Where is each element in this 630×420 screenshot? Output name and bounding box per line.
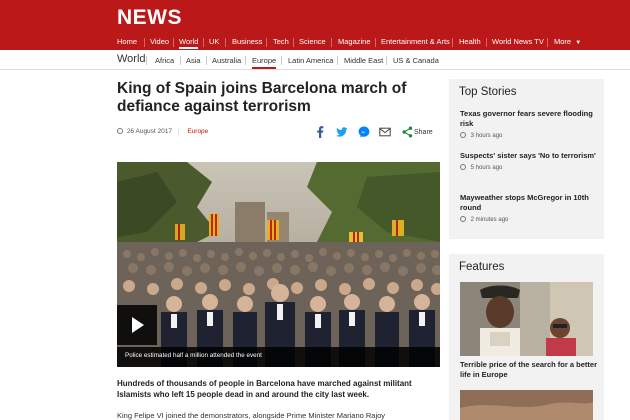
nav-item-magazine[interactable]: Magazine [338,37,371,46]
nav-item-world-news-tv[interactable]: World News TV [492,37,544,46]
article-paragraph: King Felipe VI joined the demonstrators,… [117,411,386,420]
image-caption: Police estimated half a million attended… [125,352,262,359]
messenger-icon[interactable] [358,126,370,138]
top-story-item[interactable]: Suspects' sister says 'No to terrorism' … [460,151,598,171]
article-headline: King of Spain joins Barcelona march of d… [117,80,407,115]
section-title[interactable]: World [117,53,146,65]
feature-title[interactable]: Terrible price of the search for a bette… [460,360,600,380]
top-story-title[interactable]: Suspects' sister says 'No to terrorism' [460,151,598,161]
play-video-button[interactable] [117,305,157,345]
nav-more-label: More [554,37,572,46]
sub-nav: World Africa Asia Australia Europe Latin… [0,50,630,70]
nav-item-tech[interactable]: Tech [273,37,289,46]
subnav-item-africa[interactable]: Africa [155,56,174,65]
crowd-photo [117,162,440,367]
features-title: Features [459,261,505,273]
top-story-time: 3 hours ago [460,132,598,139]
subnav-item-europe[interactable]: Europe [252,56,277,69]
share-label[interactable]: Share [414,129,433,136]
top-story-item[interactable]: Mayweather stops McGregor in 10th round … [460,193,598,223]
top-story-time: 2 minutes ago [460,216,598,223]
feature-image-2[interactable] [460,390,593,420]
article-intro: Hundreds of thousands of people in Barce… [117,379,412,399]
top-story-item[interactable]: Texas governor fears severe flooding ris… [460,109,598,139]
top-stories-panel: Top Stories Texas governor fears severe … [449,79,604,239]
clock-icon [117,128,123,134]
nav-item-video[interactable]: Video [150,37,169,46]
email-icon[interactable] [379,126,391,138]
play-icon [132,317,144,333]
twitter-icon[interactable] [336,126,348,138]
subnav-item-middle-east[interactable]: Middle East [344,56,383,65]
nav-item-science[interactable]: Science [299,37,326,46]
nav-item-more[interactable]: More ▼ [554,37,581,46]
top-stories-title: Top Stories [459,86,517,98]
article-date: 26 August 2017 [126,128,172,135]
clock-icon [460,216,466,222]
nav-item-business[interactable]: Business [232,37,262,46]
facebook-icon[interactable] [315,126,325,138]
nav-item-entertainment-arts[interactable]: Entertainment & Arts [381,37,450,46]
top-story-title[interactable]: Texas governor fears severe flooding ris… [460,109,598,129]
article-meta: 26 August 2017 | Europe [117,128,208,135]
caret-down-icon: ▼ [575,40,582,46]
masthead: NEWS [0,0,630,35]
nav-item-health[interactable]: Health [459,37,481,46]
feature-photo-2 [460,390,593,420]
top-story-title[interactable]: Mayweather stops McGregor in 10th round [460,193,598,213]
image-caption-bar: Police estimated half a million attended… [117,347,440,367]
subnav-item-australia[interactable]: Australia [212,56,241,65]
feature-image[interactable] [460,282,593,356]
main-nav: Home Video World UK Business Tech Scienc… [0,35,630,50]
subnav-item-latin-america[interactable]: Latin America [288,56,333,65]
news-logo[interactable]: NEWS [117,6,182,30]
subnav-item-asia[interactable]: Asia [186,56,201,65]
subnav-item-us-canada[interactable]: US & Canada [393,56,439,65]
feature-photo [460,282,593,356]
nav-item-home[interactable]: Home [117,37,137,46]
nav-item-world[interactable]: World [179,37,199,49]
nav-item-uk[interactable]: UK [209,37,219,46]
share-icon[interactable] [402,126,413,138]
article-tag[interactable]: Europe [187,128,208,135]
clock-icon [460,132,466,138]
clock-icon [460,164,466,170]
top-story-time: 5 hours ago [460,164,598,171]
lead-image[interactable] [117,162,440,367]
